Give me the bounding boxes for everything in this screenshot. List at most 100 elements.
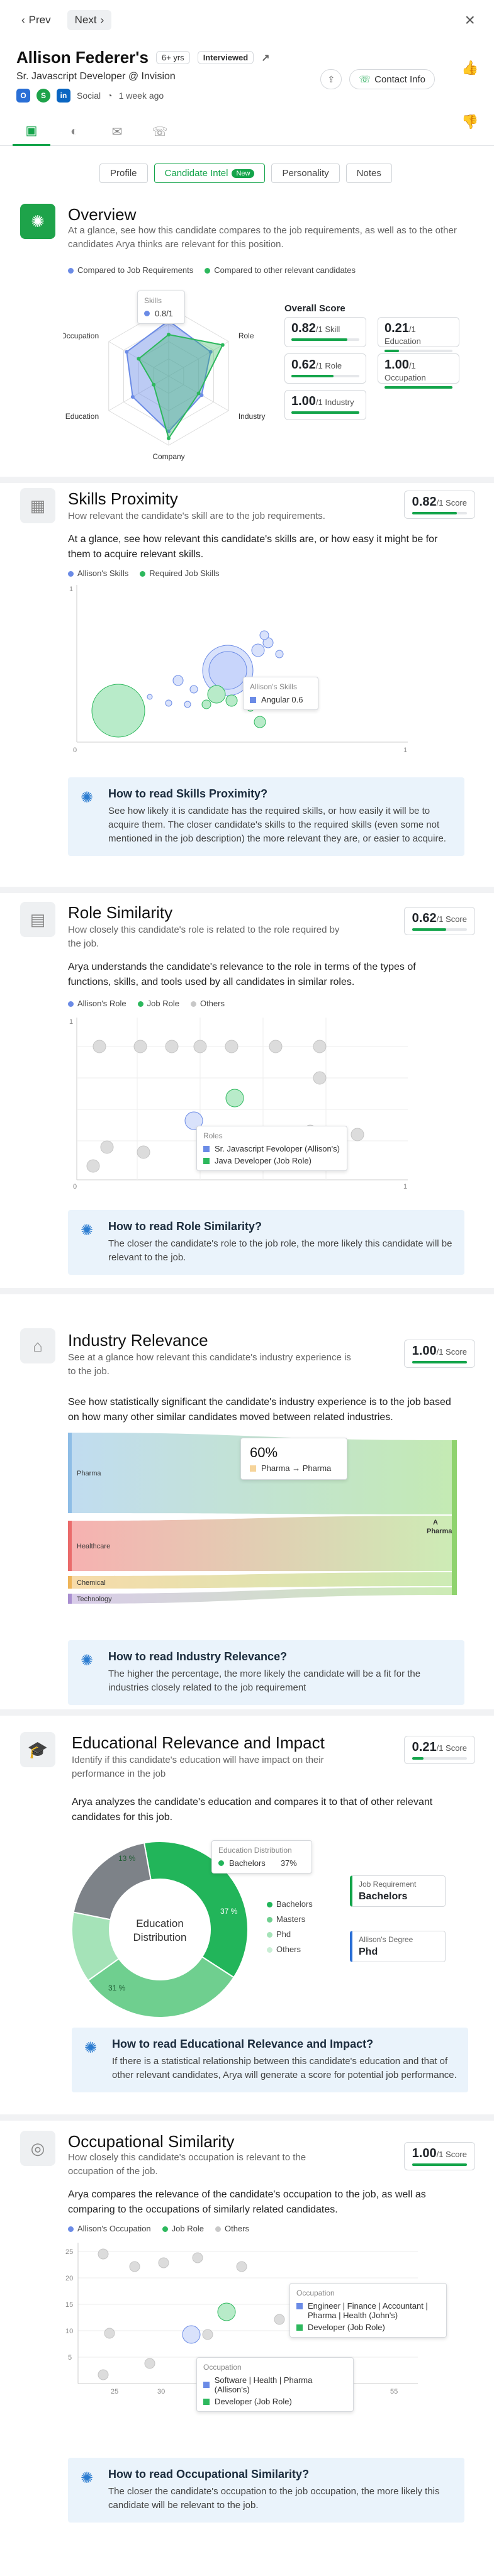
skill-bubble (91, 684, 145, 738)
y-tick: 25 (65, 2248, 73, 2256)
skill-bubble (251, 643, 265, 657)
skills-bubble-chart: 1 0 1 (69, 585, 408, 754)
skill-bubble (254, 716, 266, 728)
occupation-point (98, 2369, 109, 2380)
flow-label-healthcare: Healthcare (77, 1543, 110, 1550)
education-tooltip: Education Distribution Bachelors 37% (211, 1840, 312, 1874)
phone-icon: ☏ (152, 125, 168, 139)
role-point (100, 1140, 114, 1154)
skill-bubble (165, 699, 172, 707)
new-badge: New (232, 169, 255, 178)
thumbs-up-icon[interactable]: 👍 (459, 57, 481, 79)
role-point (133, 1040, 147, 1053)
skill-bubble (184, 701, 191, 708)
radar-tooltip: Skills 0.8/1 (137, 291, 185, 324)
occupation-point (104, 2328, 115, 2339)
job-requirement-card: Job Requirement Bachelors (350, 1875, 446, 1907)
skills-section: ▦ Skills Proximity How relevant the cand… (0, 484, 494, 887)
close-icon[interactable]: × (465, 11, 475, 29)
x-axis-end: 1 (403, 747, 407, 754)
share-icon: ⇪ (327, 74, 335, 84)
occupation-tooltip-allison: Occupation Software | Health | Pharma (A… (196, 2357, 354, 2412)
role-point (313, 1071, 327, 1085)
role-point (225, 1040, 239, 1053)
y-axis-top: 1 (69, 1018, 73, 1026)
skill-bubble (147, 694, 153, 700)
mail-icon: ✉ (111, 125, 123, 139)
education-score: 0.21/1 Score (403, 1736, 475, 1764)
axis-origin: 0 (73, 747, 77, 754)
updated-label: 1 week ago (118, 91, 164, 101)
tab-calls[interactable]: ☏ (141, 117, 179, 146)
industry-info-box: ✺ How to read Industry Relevance? The hi… (68, 1640, 464, 1705)
skill-bubble (259, 630, 269, 640)
skill-bubble (201, 699, 211, 709)
grid-icon: ▦ (20, 488, 55, 523)
subtab-notes[interactable]: Notes (345, 164, 392, 183)
donut-slice (72, 1842, 152, 1921)
subtabs: Profile Candidate Intel New Personality N… (99, 164, 392, 183)
y-axis-top: 1 (69, 586, 73, 593)
radar-point (130, 395, 135, 399)
overall-score-card: 1.00/1 Occupation (378, 353, 459, 389)
flow-chemical (68, 1572, 452, 1589)
source-icon[interactable]: S (36, 89, 50, 103)
radar-axis-label: Industry (239, 412, 266, 421)
role-point (137, 1145, 150, 1159)
skill-bubble (208, 651, 247, 690)
share-button[interactable]: ⇪ (320, 69, 342, 89)
role-point (193, 1040, 207, 1053)
factory-icon: ⌂ (20, 1328, 55, 1363)
role-point (313, 1040, 327, 1053)
outlook-icon[interactable]: O (16, 89, 30, 103)
role-info-box: ✺ How to read Role Similarity? The close… (68, 1210, 464, 1275)
y-tick: 15 (65, 2301, 73, 2309)
prev-button[interactable]: ‹ Prev (14, 10, 59, 30)
x-tick: 30 (157, 2388, 165, 2396)
skill-bubble (189, 685, 198, 694)
role-tooltip: Roles Sr. Javascript Fevoloper (Allison'… (196, 1126, 347, 1171)
occupation-point (236, 2261, 247, 2272)
subtab-profile[interactable]: Profile (99, 164, 148, 183)
donut-slice-label-phd: 13 % (118, 1854, 136, 1863)
tab-messages[interactable]: ◐ (55, 117, 93, 146)
radar-point (167, 333, 171, 336)
flow-target-label: Pharma (427, 1528, 452, 1535)
role-point (269, 1040, 283, 1053)
lightbulb-icon: ✺ (84, 2040, 98, 2057)
radar-axis-label: Occupation (63, 331, 99, 340)
linkedin-icon[interactable]: in (57, 89, 70, 103)
allison-occupation-point (182, 2325, 201, 2344)
role-section: ▤ Role Similarity How closely this candi… (0, 898, 494, 1288)
contact-info-button[interactable]: ☏ Contact Info (349, 69, 435, 89)
skills-score: 0.82/1 Score (403, 491, 475, 519)
job-role-point (225, 1089, 244, 1108)
radar-point (196, 391, 201, 396)
lightbulb-icon: ✺ (81, 1652, 94, 1669)
occupation-point (274, 2314, 285, 2325)
occupation-point (98, 2248, 109, 2260)
next-button[interactable]: Next › (67, 10, 112, 30)
external-link-icon[interactable]: ↗ (261, 52, 269, 64)
donut-slice-label-bachelors: 37 % (220, 1907, 238, 1916)
id-card-icon: ▣ (25, 124, 38, 138)
skill-bubble (225, 694, 238, 707)
occupation-point (192, 2252, 203, 2263)
overall-score-heading: Overall Score (284, 303, 345, 314)
radar-point (152, 382, 156, 387)
lightbulb-icon: ✺ (20, 204, 55, 239)
y-tick: 5 (68, 2354, 72, 2362)
flow-technology (68, 1587, 452, 1604)
radar-axis-label: Company (152, 452, 184, 461)
occupation-point (158, 2257, 169, 2268)
status-badge[interactable]: Interviewed (197, 51, 254, 64)
role-point (93, 1040, 106, 1053)
subtab-personality[interactable]: Personality (271, 164, 340, 183)
overall-score-card: 0.21/1 Education (378, 317, 459, 352)
tab-profile-cards[interactable]: ▣ (13, 117, 50, 146)
candidate-name: Allison Federer's (16, 48, 149, 67)
flow-label-chemical: Chemical (77, 1579, 106, 1587)
occupation-point (144, 2358, 155, 2369)
tab-email[interactable]: ✉ (98, 117, 136, 146)
subtab-candidate-intel[interactable]: Candidate Intel New (154, 164, 266, 183)
